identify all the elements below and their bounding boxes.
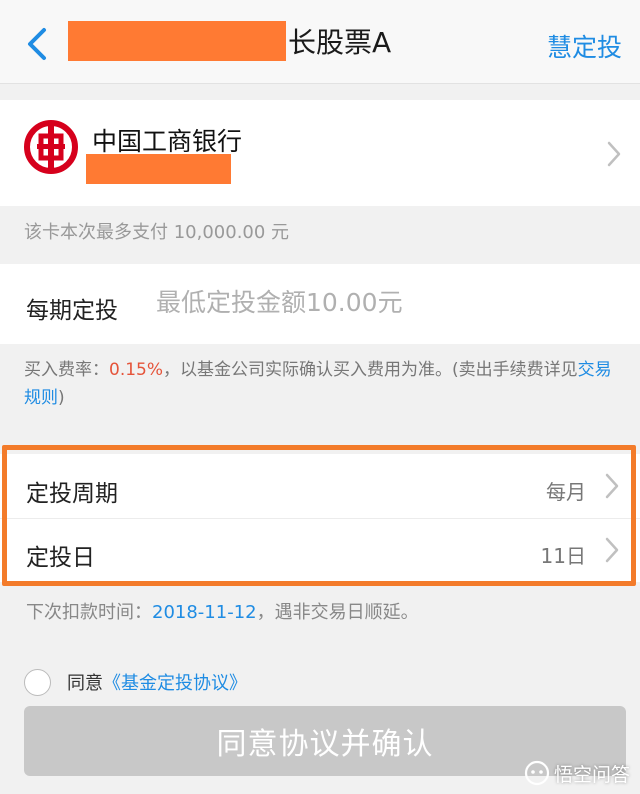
redacted-card-number: [86, 154, 231, 184]
bank-card-selector[interactable]: 中国工商银行: [0, 100, 640, 206]
smart-invest-link[interactable]: 慧定投: [547, 28, 622, 64]
fee-rate: 0.15%: [109, 360, 164, 380]
card-limit-hint: 该卡本次最多支付 10,000.00 元: [24, 222, 290, 243]
agree-radio[interactable]: [24, 668, 51, 696]
fund-title: 长股票A: [68, 20, 391, 62]
watermark: 悟空问答: [524, 759, 630, 787]
top-bar: 长股票A 慧定投: [0, 0, 640, 84]
watermark-logo-icon: [524, 760, 550, 786]
agreement-link[interactable]: 《基金定投协议》: [103, 673, 247, 694]
fee-prefix: 买入费率：: [24, 360, 109, 380]
amount-row: 每期定投: [0, 264, 640, 344]
icbc-logo-icon: [24, 120, 78, 174]
next-debit-date: 2018-11-12: [152, 602, 257, 623]
next-debit-prefix: 下次扣款时间：: [26, 602, 152, 623]
orange-highlight-box: [2, 445, 636, 586]
redacted-fund-name: [68, 21, 286, 61]
amount-input[interactable]: [156, 288, 616, 317]
fund-title-suffix: 长股票A: [288, 26, 392, 59]
amount-label: 每期定投: [26, 298, 118, 324]
next-debit-suffix: ，遇非交易日顺延。: [256, 602, 419, 623]
next-debit-info: 下次扣款时间：2018-11-12，遇非交易日顺延。: [26, 598, 419, 624]
fee-middle: ，以基金公司实际确认买入费用为准。(卖出手续费详见: [163, 360, 578, 380]
back-arrow-icon[interactable]: [22, 24, 54, 64]
watermark-text: 悟空问答: [553, 763, 630, 786]
agree-prefix: 同意: [67, 673, 103, 694]
chevron-right-icon: [607, 141, 621, 167]
agreement-row: 同意《基金定投协议》: [24, 667, 247, 697]
fee-info: 买入费率：0.15%，以基金公司实际确认买入费用为准。(卖出手续费详见交易规则): [24, 356, 620, 412]
fee-suffix: ): [58, 388, 65, 408]
bank-name: 中国工商银行: [92, 127, 243, 156]
agreement-text: 同意《基金定投协议》: [67, 669, 247, 695]
